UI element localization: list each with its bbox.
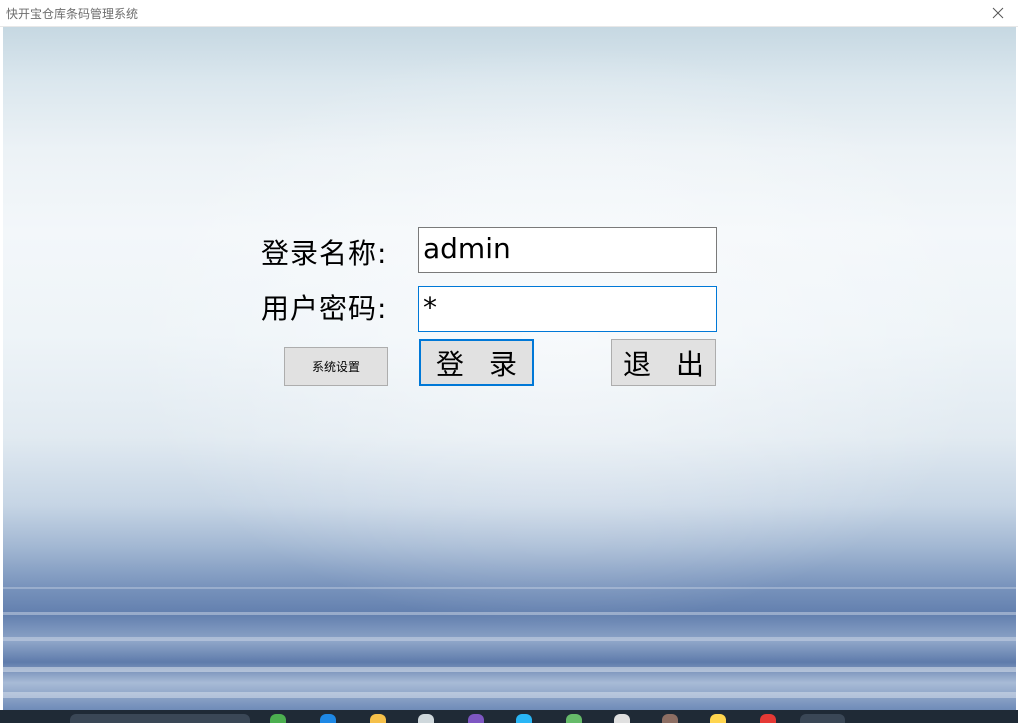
app-icon[interactable] xyxy=(800,714,845,723)
app-icon[interactable] xyxy=(760,714,776,723)
login-window: 快开宝仓库条码管理系统 登录名称: admin 用户密码: * 系统设置 登 录… xyxy=(0,0,1018,710)
login-panel: 登录名称: admin 用户密码: * 系统设置 登 录 退 出 xyxy=(3,27,1016,710)
water-ripple xyxy=(3,587,1016,589)
app-icon[interactable] xyxy=(710,714,726,723)
close-button[interactable] xyxy=(978,0,1018,26)
mail-icon[interactable] xyxy=(516,714,532,723)
taskbar-app-icon[interactable] xyxy=(70,714,250,723)
edge-icon[interactable] xyxy=(320,714,336,723)
water-ripple xyxy=(3,637,1016,641)
exit-button[interactable]: 退 出 xyxy=(611,339,716,386)
password-input[interactable]: * xyxy=(418,286,717,332)
password-label: 用户密码: xyxy=(261,292,388,325)
chrome-icon[interactable] xyxy=(566,714,582,723)
app-icon[interactable] xyxy=(468,714,484,723)
login-button[interactable]: 登 录 xyxy=(419,339,534,386)
app-icon[interactable] xyxy=(270,714,286,723)
folder-icon[interactable] xyxy=(370,714,386,723)
taskbar xyxy=(0,710,1018,723)
settings-icon[interactable] xyxy=(418,714,434,723)
username-label: 登录名称: xyxy=(261,237,388,270)
window-title: 快开宝仓库条码管理系统 xyxy=(6,7,139,21)
app-icon[interactable] xyxy=(614,714,630,723)
water-ripple xyxy=(3,692,1016,698)
title-bar: 快开宝仓库条码管理系统 xyxy=(0,0,1018,27)
water-ripple xyxy=(3,612,1016,615)
username-input[interactable]: admin xyxy=(418,227,717,273)
system-settings-button[interactable]: 系统设置 xyxy=(284,347,388,386)
app-icon[interactable] xyxy=(662,714,678,723)
close-icon xyxy=(992,4,1004,23)
water-ripple xyxy=(3,667,1016,672)
